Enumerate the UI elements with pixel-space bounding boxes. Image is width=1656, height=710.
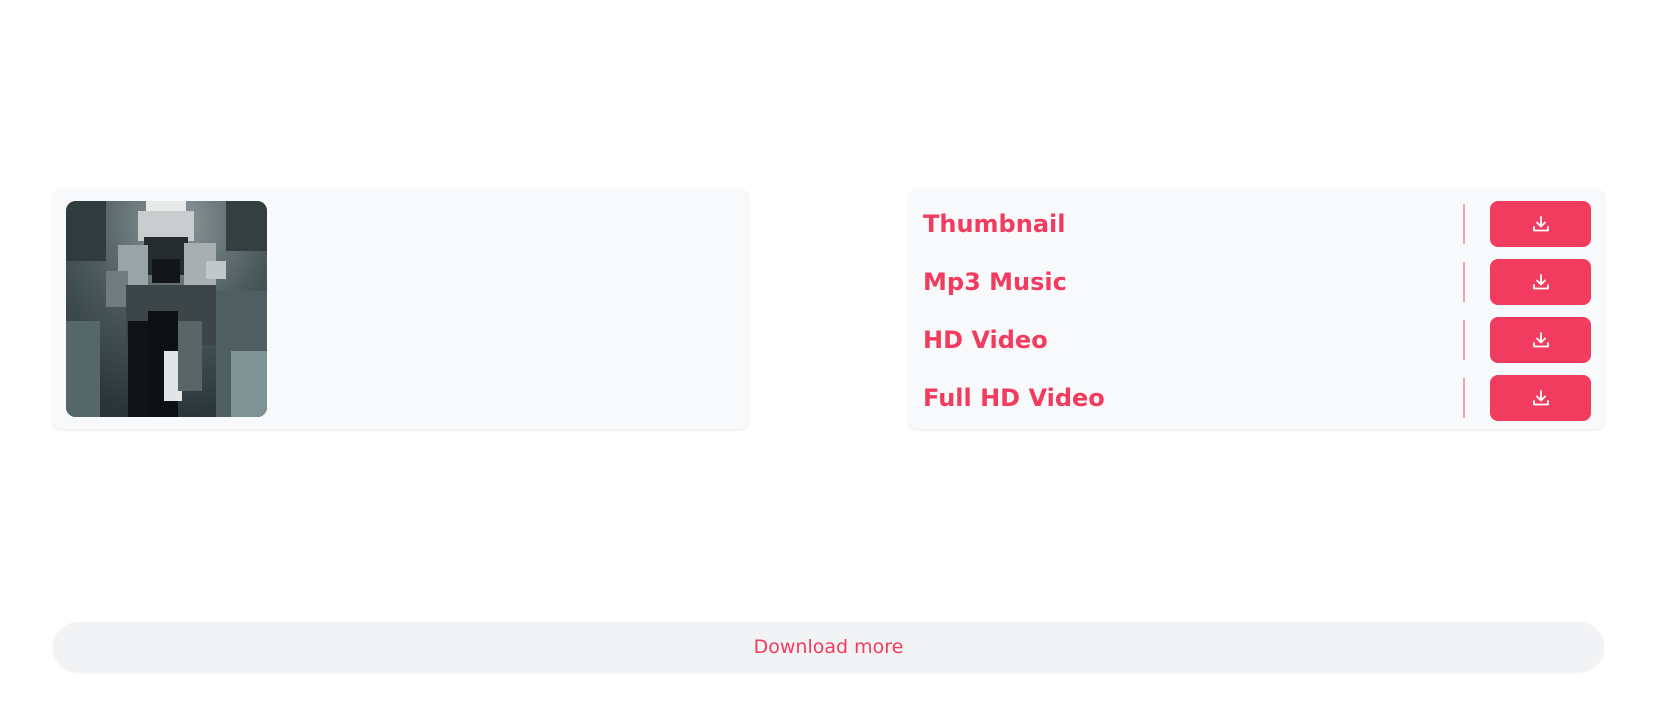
- option-row-mp3: Mp3 Music: [909, 259, 1604, 305]
- divider: [1463, 320, 1465, 360]
- download-icon: [1531, 330, 1551, 350]
- page: Thumbnail Mp3 Music HD Video Full HD Vid…: [0, 0, 1656, 710]
- download-thumbnail-button[interactable]: [1490, 201, 1591, 247]
- download-more-label: Download more: [753, 636, 904, 658]
- option-label: Mp3 Music: [923, 268, 1067, 296]
- option-row-thumbnail: Thumbnail: [909, 201, 1604, 247]
- video-thumbnail: [66, 201, 267, 417]
- download-full-hd-video-button[interactable]: [1490, 375, 1591, 421]
- download-mp3-button[interactable]: [1490, 259, 1591, 305]
- option-label: Full HD Video: [923, 384, 1105, 412]
- download-hd-video-button[interactable]: [1490, 317, 1591, 363]
- option-row-full-hd-video: Full HD Video: [909, 375, 1604, 421]
- download-icon: [1531, 272, 1551, 292]
- option-row-hd-video: HD Video: [909, 317, 1604, 363]
- divider: [1463, 204, 1465, 244]
- download-icon: [1531, 214, 1551, 234]
- divider: [1463, 378, 1465, 418]
- download-options-card: Thumbnail Mp3 Music HD Video Full HD Vid…: [909, 189, 1604, 429]
- option-label: Thumbnail: [923, 210, 1066, 238]
- download-more-button[interactable]: Download more: [53, 622, 1604, 672]
- media-preview-card: [53, 189, 748, 429]
- divider: [1463, 262, 1465, 302]
- download-icon: [1531, 388, 1551, 408]
- option-label: HD Video: [923, 326, 1048, 354]
